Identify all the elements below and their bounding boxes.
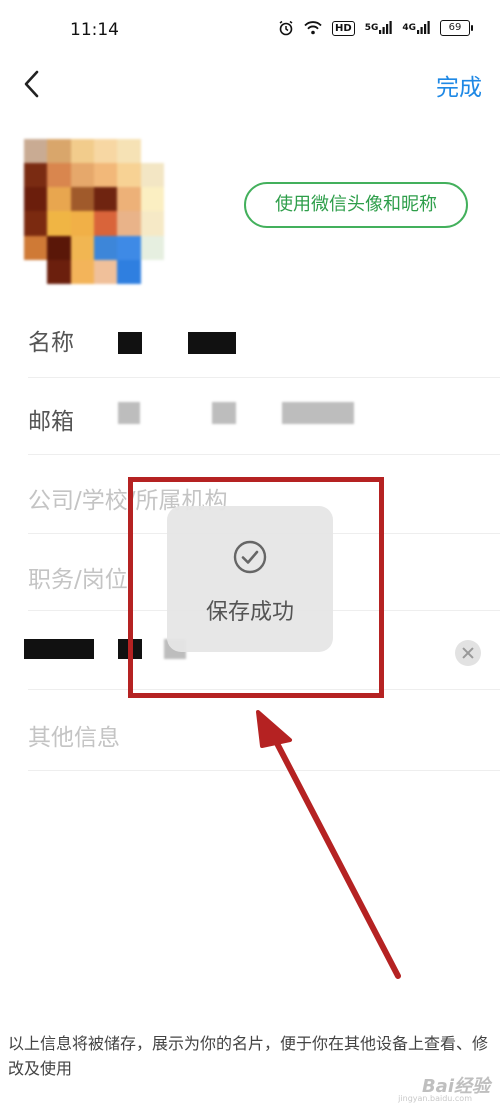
footer-note: 以上信息将被储存，展示为你的名片，便于你在其他设备上查看、修改及使用: [8, 1034, 489, 1078]
watermark-url: jingyan.baidu.com: [398, 1094, 472, 1103]
annotation-arrow: [256, 710, 401, 979]
